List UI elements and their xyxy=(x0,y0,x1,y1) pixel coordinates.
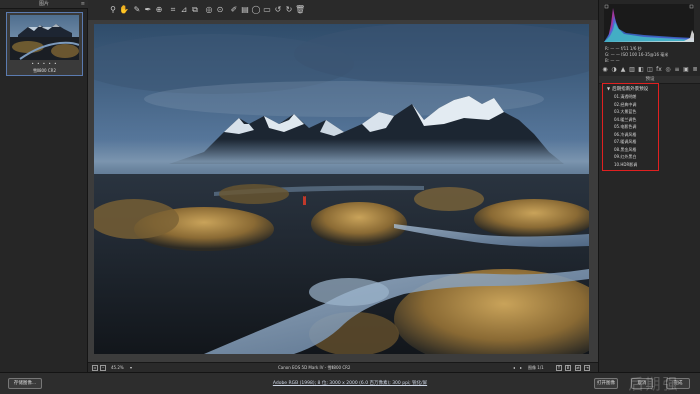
panel-icons: ◉ ◑ ▲ ▥ ◧ ◫ fx ◎ ≡ ▣ ≣ xyxy=(599,66,700,76)
watermark: 后期强 xyxy=(628,375,680,393)
thumbnail-card[interactable]: • • • • • 雪Ⅱ800 CR2 xyxy=(6,12,83,76)
lens-icon[interactable]: ◫ xyxy=(646,66,654,74)
prev-image-icon[interactable]: ◂ xyxy=(513,364,515,372)
b-readout: B: — — xyxy=(605,58,620,63)
color-sampler-icon[interactable]: ✒ xyxy=(143,5,153,15)
thumbnail-filename: 雪Ⅱ800 CR2 xyxy=(33,68,56,73)
straighten-icon[interactable]: ⊿ xyxy=(179,5,189,15)
split-toning-icon[interactable]: ◧ xyxy=(637,66,645,74)
detail-icon[interactable]: ▲ xyxy=(619,66,627,74)
transform-icon[interactable]: ⧉ xyxy=(190,5,200,15)
preset-item[interactable]: 07.暖调风格 xyxy=(614,139,636,145)
preset-group-header[interactable]: ▼ 后期指南外景预设 xyxy=(607,86,648,92)
next-image-icon[interactable]: ▸ xyxy=(520,364,522,372)
bottom-bar: 存储图像... Adobe RGB (1998); 8 位; 3000 x 20… xyxy=(0,372,700,394)
zoom-out-icon[interactable]: – xyxy=(100,365,106,371)
preset-list-highlight: ▼ 后期指南外景预设 01.清透明朗 02.经典中调 03.大景蓝色 04.暖兰调… xyxy=(602,83,659,171)
image-counter: 图像 1/1 xyxy=(528,365,544,370)
camera-calibration-icon[interactable]: ◎ xyxy=(664,66,672,74)
target-adjust-icon[interactable]: ⊕ xyxy=(154,5,164,15)
canvas-area xyxy=(88,20,598,362)
copy-settings-icon[interactable]: ⇥ xyxy=(584,365,590,371)
effects-icon[interactable]: fx xyxy=(655,66,663,74)
zoom-dropdown-icon[interactable]: ▾ xyxy=(130,364,132,372)
rotate-right-icon[interactable]: ↻ xyxy=(284,5,294,15)
graduated-filter-icon[interactable]: ▤ xyxy=(240,5,250,15)
fit-view-icon[interactable]: ▫ xyxy=(92,365,98,371)
crop-icon[interactable]: ⌗ xyxy=(168,5,178,15)
trash-icon[interactable]: 🗑 xyxy=(295,5,305,15)
basic-panel-icon[interactable]: ◉ xyxy=(601,66,609,74)
view-mode-y[interactable]: Y xyxy=(556,365,562,371)
preset-item[interactable]: 08.黑金风格 xyxy=(614,147,636,153)
presets-icon[interactable]: ≡ xyxy=(673,66,681,74)
filmstrip-panel: 图片 ≡ • • • • • 雪Ⅱ800 CR2 xyxy=(0,0,88,372)
save-image-button[interactable]: 存储图像... xyxy=(8,378,42,389)
rotate-left-icon[interactable]: ↺ xyxy=(273,5,283,15)
hand-icon[interactable]: ✋ xyxy=(119,5,129,15)
preset-item[interactable]: 04.暖兰调色 xyxy=(614,117,636,123)
filmstrip-title: 图片 xyxy=(38,1,49,7)
preset-item[interactable]: 02.经典中调 xyxy=(614,102,636,108)
preset-item[interactable]: 03.大景蓝色 xyxy=(614,109,636,115)
main-photo[interactable] xyxy=(94,24,589,354)
right-panel: R: — — f/11 1/6 秒 G: — — ISO 100 16-35@1… xyxy=(598,0,700,372)
rating-stars[interactable]: • • • • • xyxy=(7,61,82,66)
preset-item[interactable]: 09.红外黑白 xyxy=(614,154,636,160)
toolbar: ⚲ ✋ ✎ ✒ ⊕ ⌗ ⊿ ⧉ ◎ ⊙ ✐ ▤ ◯ ▭ ↺ ↻ 🗑 ↗ xyxy=(88,0,673,20)
tone-curve-icon[interactable]: ◑ xyxy=(610,66,618,74)
panel-menu-icon[interactable]: ≣ xyxy=(691,66,699,74)
white-balance-icon[interactable]: ✎ xyxy=(132,5,142,15)
preset-item[interactable]: 01.清透明朗 xyxy=(614,94,636,100)
zoom-level[interactable]: 45.2% xyxy=(111,364,124,372)
expand-triangle-icon[interactable]: ▼ xyxy=(607,86,610,91)
filmstrip-header: 图片 ≡ xyxy=(0,0,88,9)
adjustment-brush-icon[interactable]: ✐ xyxy=(229,5,239,15)
view-mode-b[interactable]: B xyxy=(565,365,571,371)
preset-item[interactable]: 05.电影色调 xyxy=(614,124,636,130)
radial-filter-icon[interactable]: ◯ xyxy=(251,5,261,15)
preset-item[interactable]: 06.冷调风格 xyxy=(614,132,636,138)
red-eye-icon[interactable]: ⊙ xyxy=(215,5,225,15)
swap-icon[interactable]: ⇄ xyxy=(575,365,581,371)
thumbnail-image[interactable] xyxy=(10,15,79,60)
histogram xyxy=(604,4,694,42)
collapse-icon[interactable]: ≡ xyxy=(81,0,85,9)
histogram-info: R: — — f/11 1/6 秒 G: — — ISO 100 16-35@1… xyxy=(603,44,697,64)
hsl-icon[interactable]: ▥ xyxy=(628,66,636,74)
canvas-footer: ▫ – 45.2% ▾ Canon EOS 5D Mark IV - 雪Ⅱ800… xyxy=(88,362,598,372)
spot-removal-icon[interactable]: ◎ xyxy=(204,5,214,15)
preferences-icon[interactable]: ▭ xyxy=(262,5,272,15)
workflow-options-link[interactable]: Adobe RGB (1998); 8 位; 3000 x 2000 (6.0 … xyxy=(190,380,510,386)
zoom-icon[interactable]: ⚲ xyxy=(108,5,118,15)
snapshots-icon[interactable]: ▣ xyxy=(682,66,690,74)
camera-info: Canon EOS 5D Mark IV - 雪Ⅱ800 CR2 xyxy=(278,365,351,370)
preset-item[interactable]: 10.HDR影调 xyxy=(614,162,637,168)
